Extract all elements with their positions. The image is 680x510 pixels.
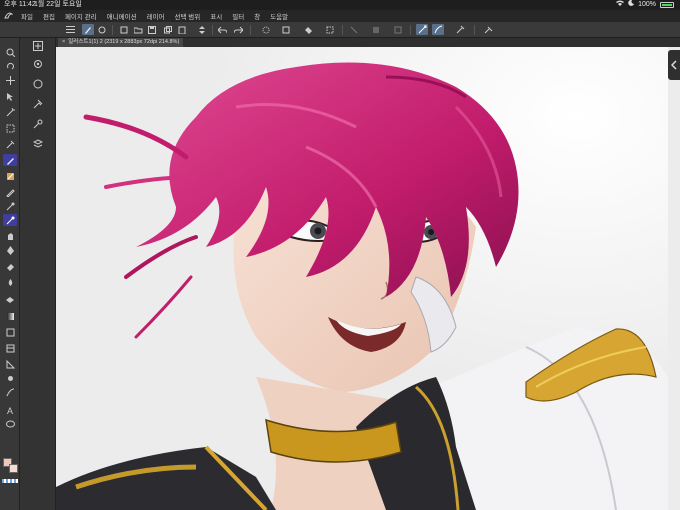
subtool-palette — [20, 38, 56, 510]
fill-icon[interactable] — [302, 24, 314, 35]
menu-edit[interactable]: 편집 — [38, 11, 60, 21]
bucket-icon[interactable] — [3, 294, 17, 306]
eyedropper-icon[interactable] — [3, 138, 17, 150]
dot-icon[interactable] — [3, 372, 17, 384]
blend-icon[interactable] — [3, 230, 17, 242]
object-icon[interactable] — [3, 90, 17, 102]
copy-icon[interactable] — [162, 24, 174, 35]
battery-percent: 100% — [638, 1, 656, 8]
move-icon[interactable] — [3, 74, 17, 86]
menu-selection[interactable]: 선택 범위 — [170, 11, 206, 21]
frame-border-icon[interactable] — [3, 342, 17, 354]
sub-color-chip[interactable] — [9, 464, 18, 473]
invert-icon[interactable] — [370, 24, 382, 35]
layers-icon[interactable] — [96, 24, 108, 35]
snap-icon[interactable] — [260, 24, 272, 35]
rotate-icon[interactable] — [3, 60, 17, 72]
menu-bar: 파일 편집 페이지 관리 애니메이션 레이어 선택 범위 표시 필터 창 도움말 — [0, 10, 680, 22]
tool-palette: A — [0, 38, 20, 510]
transparent-color-chip[interactable] — [2, 479, 18, 483]
eraser-icon[interactable] — [3, 260, 17, 272]
menu-help[interactable]: 도움말 — [265, 11, 293, 21]
text-icon[interactable]: A — [3, 404, 17, 416]
paste-icon[interactable] — [176, 24, 188, 35]
close-tab-icon[interactable]: × — [62, 38, 65, 47]
select-icon[interactable] — [324, 24, 336, 35]
redo-icon[interactable] — [232, 24, 244, 35]
pen-command-icon[interactable] — [82, 24, 94, 35]
zoom-icon[interactable] — [3, 46, 17, 58]
brush-shape-icon[interactable] — [32, 78, 44, 90]
decoration-icon[interactable] — [3, 214, 17, 226]
brush-icon[interactable] — [3, 170, 17, 182]
color-chips — [3, 458, 19, 476]
svg-text:A: A — [7, 406, 13, 415]
save-icon[interactable] — [146, 24, 158, 35]
status-date: 1월 22일 토요일 — [34, 1, 82, 8]
line-correction-icon[interactable] — [3, 386, 17, 398]
panel-toggle-chevron-icon[interactable] — [668, 50, 680, 80]
fill-icon[interactable] — [3, 244, 17, 256]
moon-icon — [628, 0, 635, 10]
clear-selection-icon[interactable] — [348, 24, 360, 35]
document-title: 일러스트1(1) 2 (2319 x 2883px 72dpi 214.8%) — [68, 39, 180, 45]
hamburger-icon[interactable] — [64, 24, 76, 35]
reference-icon[interactable] — [482, 24, 494, 35]
menu-window[interactable]: 창 — [249, 11, 265, 21]
menu-view[interactable]: 표시 — [205, 11, 227, 21]
new-icon[interactable] — [118, 24, 130, 35]
drawing-canvas[interactable] — [56, 47, 668, 510]
eyedropper-icon[interactable] — [454, 24, 466, 35]
app-logo-icon[interactable] — [0, 10, 16, 22]
tool-property-icon[interactable] — [32, 98, 44, 110]
menu-filter[interactable]: 필터 — [227, 11, 249, 21]
document-tab[interactable]: × 일러스트1(1) 2 (2319 x 2883px 72dpi 214.8%… — [58, 38, 184, 47]
menu-animation[interactable]: 애니메이션 — [102, 11, 142, 21]
pen-stabilizer-icon[interactable] — [416, 24, 428, 35]
transform-icon[interactable] — [280, 24, 292, 35]
curve-stabilizer-icon[interactable] — [432, 24, 444, 35]
undo-icon[interactable] — [216, 24, 228, 35]
status-bar: 오후 11:42 1월 22일 토요일 100% — [0, 0, 680, 10]
gradient-icon[interactable] — [3, 310, 17, 322]
command-bar — [0, 22, 680, 38]
balloon-icon[interactable] — [3, 418, 17, 430]
rectangle-select-icon[interactable] — [3, 122, 17, 134]
add-subtool-icon[interactable] — [32, 40, 44, 52]
subtool-settings-icon[interactable] — [32, 58, 44, 70]
ruler-icon[interactable] — [3, 358, 17, 370]
stepper-icon[interactable] — [196, 24, 208, 35]
status-time: 오후 11:42 — [4, 1, 36, 8]
pen-tool-icon[interactable] — [3, 154, 17, 166]
document-tab-bar: × 일러스트1(1) 2 (2319 x 2883px 72dpi 214.8%… — [56, 38, 680, 47]
menu-file[interactable]: 파일 — [16, 11, 38, 21]
frame-icon[interactable] — [392, 24, 404, 35]
brush-size-icon[interactable] — [32, 118, 44, 130]
wifi-icon — [616, 0, 625, 10]
menu-page[interactable]: 페이지 관리 — [60, 11, 102, 21]
pencil-icon[interactable] — [3, 186, 17, 198]
illustration — [56, 47, 668, 510]
auto-select-icon[interactable] — [3, 106, 17, 118]
smudge-icon[interactable] — [3, 276, 17, 288]
figure-icon[interactable] — [3, 326, 17, 338]
layer-icon[interactable] — [32, 138, 44, 150]
open-icon[interactable] — [132, 24, 144, 35]
right-panel-strip — [668, 47, 680, 510]
airbrush-icon[interactable] — [3, 200, 17, 212]
status-indicators: 100% — [616, 0, 674, 10]
battery-icon — [660, 2, 674, 8]
menu-layer[interactable]: 레이어 — [142, 11, 170, 21]
